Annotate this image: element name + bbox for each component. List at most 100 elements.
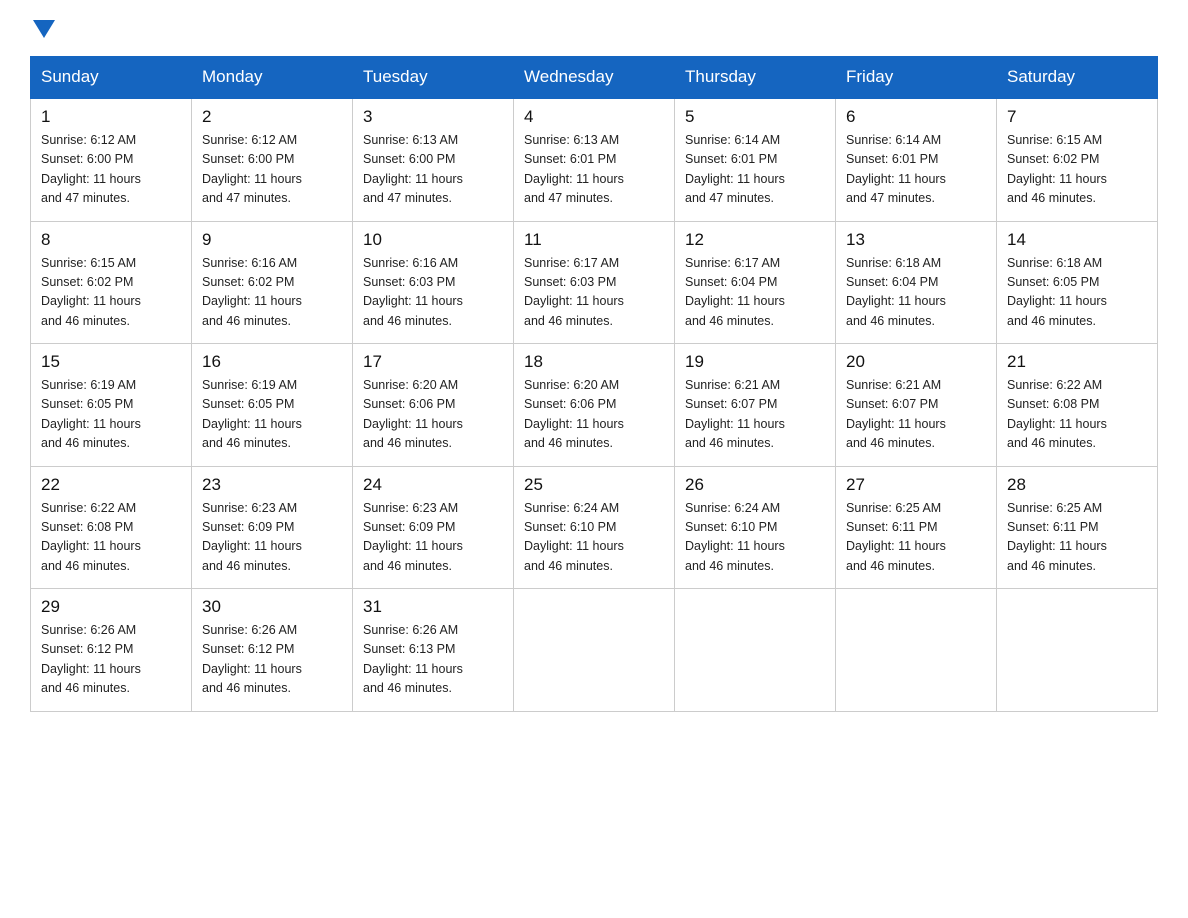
calendar-cell: 8 Sunrise: 6:15 AM Sunset: 6:02 PM Dayli…	[31, 221, 192, 344]
day-info: Sunrise: 6:21 AM Sunset: 6:07 PM Dayligh…	[846, 376, 986, 454]
week-row-1: 1 Sunrise: 6:12 AM Sunset: 6:00 PM Dayli…	[31, 98, 1158, 221]
day-number: 21	[1007, 352, 1147, 372]
day-number: 1	[41, 107, 181, 127]
day-info: Sunrise: 6:13 AM Sunset: 6:01 PM Dayligh…	[524, 131, 664, 209]
week-row-4: 22 Sunrise: 6:22 AM Sunset: 6:08 PM Dayl…	[31, 466, 1158, 589]
calendar-cell	[675, 589, 836, 712]
calendar-cell: 28 Sunrise: 6:25 AM Sunset: 6:11 PM Dayl…	[997, 466, 1158, 589]
day-number: 5	[685, 107, 825, 127]
day-info: Sunrise: 6:15 AM Sunset: 6:02 PM Dayligh…	[41, 254, 181, 332]
day-number: 17	[363, 352, 503, 372]
day-info: Sunrise: 6:19 AM Sunset: 6:05 PM Dayligh…	[202, 376, 342, 454]
day-info: Sunrise: 6:23 AM Sunset: 6:09 PM Dayligh…	[202, 499, 342, 577]
day-number: 25	[524, 475, 664, 495]
day-info: Sunrise: 6:25 AM Sunset: 6:11 PM Dayligh…	[1007, 499, 1147, 577]
calendar-cell: 22 Sunrise: 6:22 AM Sunset: 6:08 PM Dayl…	[31, 466, 192, 589]
day-info: Sunrise: 6:19 AM Sunset: 6:05 PM Dayligh…	[41, 376, 181, 454]
day-info: Sunrise: 6:15 AM Sunset: 6:02 PM Dayligh…	[1007, 131, 1147, 209]
day-number: 29	[41, 597, 181, 617]
day-number: 9	[202, 230, 342, 250]
calendar-cell: 6 Sunrise: 6:14 AM Sunset: 6:01 PM Dayli…	[836, 98, 997, 221]
day-number: 23	[202, 475, 342, 495]
week-row-5: 29 Sunrise: 6:26 AM Sunset: 6:12 PM Dayl…	[31, 589, 1158, 712]
day-info: Sunrise: 6:24 AM Sunset: 6:10 PM Dayligh…	[524, 499, 664, 577]
calendar-cell	[514, 589, 675, 712]
week-row-3: 15 Sunrise: 6:19 AM Sunset: 6:05 PM Dayl…	[31, 344, 1158, 467]
calendar-cell: 2 Sunrise: 6:12 AM Sunset: 6:00 PM Dayli…	[192, 98, 353, 221]
day-number: 31	[363, 597, 503, 617]
header-friday: Friday	[836, 57, 997, 99]
day-info: Sunrise: 6:23 AM Sunset: 6:09 PM Dayligh…	[363, 499, 503, 577]
day-number: 15	[41, 352, 181, 372]
day-info: Sunrise: 6:26 AM Sunset: 6:13 PM Dayligh…	[363, 621, 503, 699]
day-number: 12	[685, 230, 825, 250]
day-number: 26	[685, 475, 825, 495]
calendar-cell: 29 Sunrise: 6:26 AM Sunset: 6:12 PM Dayl…	[31, 589, 192, 712]
calendar-cell: 26 Sunrise: 6:24 AM Sunset: 6:10 PM Dayl…	[675, 466, 836, 589]
day-info: Sunrise: 6:12 AM Sunset: 6:00 PM Dayligh…	[202, 131, 342, 209]
header-tuesday: Tuesday	[353, 57, 514, 99]
page-header	[30, 20, 1158, 38]
day-number: 13	[846, 230, 986, 250]
calendar-cell: 19 Sunrise: 6:21 AM Sunset: 6:07 PM Dayl…	[675, 344, 836, 467]
calendar-cell: 3 Sunrise: 6:13 AM Sunset: 6:00 PM Dayli…	[353, 98, 514, 221]
day-number: 14	[1007, 230, 1147, 250]
calendar-body: 1 Sunrise: 6:12 AM Sunset: 6:00 PM Dayli…	[31, 98, 1158, 711]
calendar-header-row: SundayMondayTuesdayWednesdayThursdayFrid…	[31, 57, 1158, 99]
calendar-cell: 25 Sunrise: 6:24 AM Sunset: 6:10 PM Dayl…	[514, 466, 675, 589]
day-info: Sunrise: 6:18 AM Sunset: 6:05 PM Dayligh…	[1007, 254, 1147, 332]
day-number: 2	[202, 107, 342, 127]
day-number: 22	[41, 475, 181, 495]
calendar-cell: 13 Sunrise: 6:18 AM Sunset: 6:04 PM Dayl…	[836, 221, 997, 344]
day-info: Sunrise: 6:20 AM Sunset: 6:06 PM Dayligh…	[524, 376, 664, 454]
day-info: Sunrise: 6:14 AM Sunset: 6:01 PM Dayligh…	[846, 131, 986, 209]
calendar-cell: 10 Sunrise: 6:16 AM Sunset: 6:03 PM Dayl…	[353, 221, 514, 344]
calendar-cell: 4 Sunrise: 6:13 AM Sunset: 6:01 PM Dayli…	[514, 98, 675, 221]
calendar-cell: 18 Sunrise: 6:20 AM Sunset: 6:06 PM Dayl…	[514, 344, 675, 467]
calendar-cell: 20 Sunrise: 6:21 AM Sunset: 6:07 PM Dayl…	[836, 344, 997, 467]
calendar-cell	[836, 589, 997, 712]
day-number: 27	[846, 475, 986, 495]
day-number: 3	[363, 107, 503, 127]
day-number: 6	[846, 107, 986, 127]
calendar-cell: 30 Sunrise: 6:26 AM Sunset: 6:12 PM Dayl…	[192, 589, 353, 712]
header-wednesday: Wednesday	[514, 57, 675, 99]
day-info: Sunrise: 6:13 AM Sunset: 6:00 PM Dayligh…	[363, 131, 503, 209]
day-info: Sunrise: 6:14 AM Sunset: 6:01 PM Dayligh…	[685, 131, 825, 209]
day-info: Sunrise: 6:17 AM Sunset: 6:03 PM Dayligh…	[524, 254, 664, 332]
calendar-cell: 23 Sunrise: 6:23 AM Sunset: 6:09 PM Dayl…	[192, 466, 353, 589]
day-info: Sunrise: 6:20 AM Sunset: 6:06 PM Dayligh…	[363, 376, 503, 454]
calendar-cell: 11 Sunrise: 6:17 AM Sunset: 6:03 PM Dayl…	[514, 221, 675, 344]
calendar-cell	[997, 589, 1158, 712]
calendar-cell: 12 Sunrise: 6:17 AM Sunset: 6:04 PM Dayl…	[675, 221, 836, 344]
calendar-cell: 21 Sunrise: 6:22 AM Sunset: 6:08 PM Dayl…	[997, 344, 1158, 467]
day-number: 7	[1007, 107, 1147, 127]
day-number: 4	[524, 107, 664, 127]
calendar-cell: 15 Sunrise: 6:19 AM Sunset: 6:05 PM Dayl…	[31, 344, 192, 467]
calendar-cell: 27 Sunrise: 6:25 AM Sunset: 6:11 PM Dayl…	[836, 466, 997, 589]
calendar-cell: 5 Sunrise: 6:14 AM Sunset: 6:01 PM Dayli…	[675, 98, 836, 221]
week-row-2: 8 Sunrise: 6:15 AM Sunset: 6:02 PM Dayli…	[31, 221, 1158, 344]
calendar-cell: 16 Sunrise: 6:19 AM Sunset: 6:05 PM Dayl…	[192, 344, 353, 467]
day-info: Sunrise: 6:12 AM Sunset: 6:00 PM Dayligh…	[41, 131, 181, 209]
day-number: 24	[363, 475, 503, 495]
logo	[30, 20, 55, 38]
day-info: Sunrise: 6:22 AM Sunset: 6:08 PM Dayligh…	[41, 499, 181, 577]
calendar-cell: 24 Sunrise: 6:23 AM Sunset: 6:09 PM Dayl…	[353, 466, 514, 589]
day-info: Sunrise: 6:25 AM Sunset: 6:11 PM Dayligh…	[846, 499, 986, 577]
day-info: Sunrise: 6:16 AM Sunset: 6:02 PM Dayligh…	[202, 254, 342, 332]
day-number: 30	[202, 597, 342, 617]
calendar-cell: 7 Sunrise: 6:15 AM Sunset: 6:02 PM Dayli…	[997, 98, 1158, 221]
day-number: 18	[524, 352, 664, 372]
day-number: 28	[1007, 475, 1147, 495]
calendar-cell: 14 Sunrise: 6:18 AM Sunset: 6:05 PM Dayl…	[997, 221, 1158, 344]
header-monday: Monday	[192, 57, 353, 99]
day-info: Sunrise: 6:26 AM Sunset: 6:12 PM Dayligh…	[202, 621, 342, 699]
logo-triangle-icon	[33, 20, 55, 38]
day-number: 19	[685, 352, 825, 372]
header-thursday: Thursday	[675, 57, 836, 99]
day-info: Sunrise: 6:22 AM Sunset: 6:08 PM Dayligh…	[1007, 376, 1147, 454]
day-number: 11	[524, 230, 664, 250]
calendar-table: SundayMondayTuesdayWednesdayThursdayFrid…	[30, 56, 1158, 712]
calendar-cell: 17 Sunrise: 6:20 AM Sunset: 6:06 PM Dayl…	[353, 344, 514, 467]
